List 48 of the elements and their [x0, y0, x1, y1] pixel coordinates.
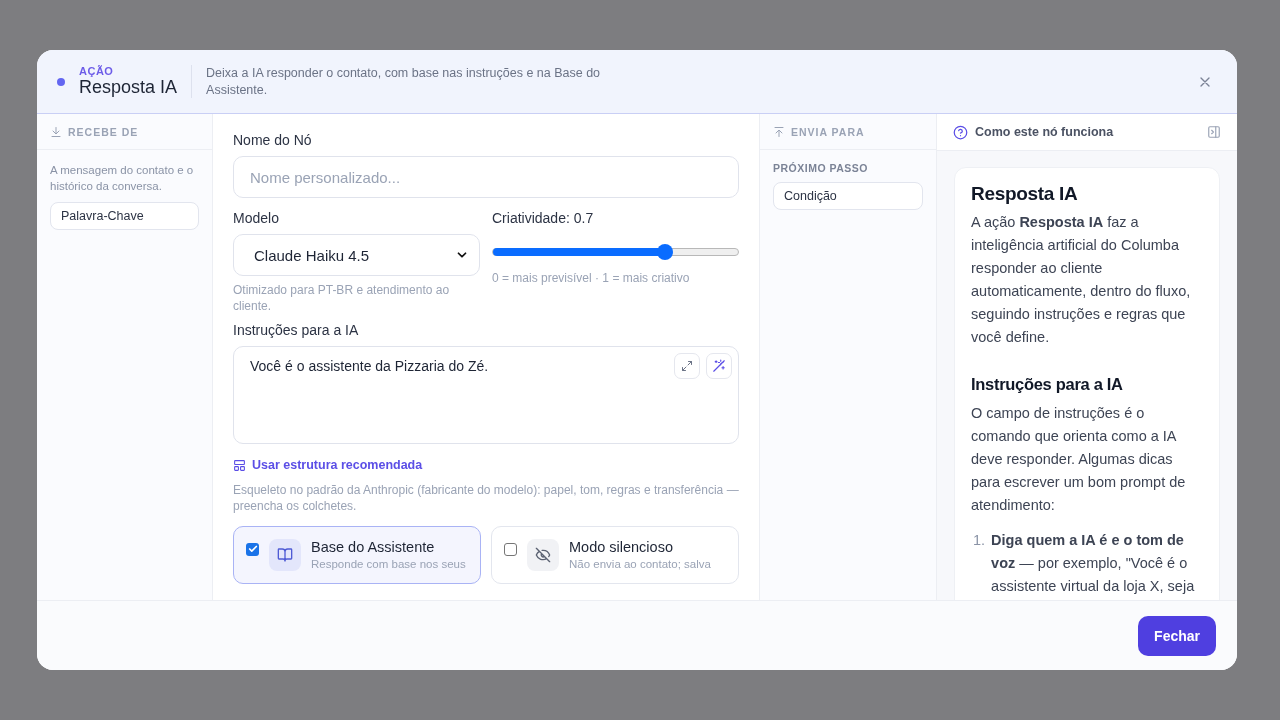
- book-icon: [277, 546, 293, 563]
- target-node[interactable]: Condição: [773, 182, 923, 210]
- panel-heading: RECEBE DE: [68, 125, 139, 138]
- next-step-label: PRÓXIMO PASSO: [773, 162, 869, 174]
- option-description: Não envia ao contato; salva: [569, 557, 711, 570]
- dialog-description: Deixa a IA responder o contato, com base nas instruções e na Base do Assistente.: [206, 64, 602, 99]
- field-label: Criatividade: 0.7: [492, 210, 595, 226]
- node-kind: AÇÃO: [79, 65, 115, 77]
- instructions-field[interactable]: Você é o assistente da Pizzaria do Zé.: [233, 346, 739, 444]
- help-heading: Como este nó funciona: [975, 125, 1114, 139]
- help-title: Resposta IA: [971, 182, 1079, 205]
- source-node[interactable]: Palavra-Chave: [50, 202, 199, 230]
- eye-off-icon: [535, 546, 551, 563]
- help-icon: [953, 124, 968, 140]
- option-title: Modo silencioso: [569, 538, 674, 555]
- dialog-title: Resposta IA: [79, 77, 178, 98]
- help-tip: Diga quem a IA é e o tom de voz — por exemplo, "Você é o assistente virtual da loja X, seja: [991, 531, 1196, 596]
- field-hint: Otimizado para PT-BR e atendimento ao cliente.: [233, 282, 451, 314]
- template-link[interactable]: Usar estrutura recomendada: [233, 458, 423, 472]
- option-title: Base do Assistente: [311, 538, 436, 555]
- help-paragraph: A ação Resposta IA faz a inteligência artificial do Columba responder ao cliente automaticamente, dentro do fluxo, seguindo instruções e regras que você define.: [971, 213, 1192, 347]
- field-label: Instruções para a IA: [233, 322, 360, 338]
- panel-heading: ENVIA PARA: [791, 125, 865, 138]
- close-dialog-button[interactable]: Fechar: [1138, 615, 1216, 656]
- node-name-field[interactable]: Nome personalizado...: [233, 156, 739, 198]
- expand-icon: [681, 360, 693, 372]
- checkbox[interactable]: [246, 542, 259, 556]
- template-hint: Esqueleto no padrão da Anthropic (fabricante do modelo): papel, tom, regras e transferência — preencha os colchetes.: [233, 481, 739, 514]
- help-section-title: Instruções para a IA: [971, 374, 1124, 395]
- receives-description: A mensagem do contato e o histórico da conversa.: [50, 163, 195, 194]
- expand-button[interactable]: [674, 353, 700, 379]
- field-hint: 0 = mais previsível · 1 = mais criativo: [492, 270, 691, 286]
- checkbox[interactable]: [504, 542, 517, 556]
- download-icon: [50, 125, 62, 138]
- slider-thumb[interactable]: [656, 244, 673, 260]
- list-number: 1.: [973, 531, 986, 550]
- layout-icon: [233, 458, 246, 472]
- model-select[interactable]: Claude Haiku 4.5: [233, 234, 480, 276]
- status-dot: [57, 77, 65, 86]
- upload-icon: [773, 125, 785, 138]
- field-label: Modelo: [233, 210, 280, 226]
- help-paragraph: O campo de instruções é o comando que orienta como a IA deve responder. Algumas dicas para escrever um bom prompt de atendimento:: [971, 404, 1187, 515]
- magic-wand-button[interactable]: [706, 353, 732, 379]
- option-description: Responde com base nos seus: [311, 557, 466, 570]
- option-card[interactable]: Base do Assistente Responde com base nos seus: [233, 525, 481, 584]
- field-label: Nome do Nó: [233, 132, 313, 148]
- option-card[interactable]: Modo silencioso Não envia ao contato; salva: [491, 525, 739, 584]
- magic-wand-icon: [712, 359, 726, 373]
